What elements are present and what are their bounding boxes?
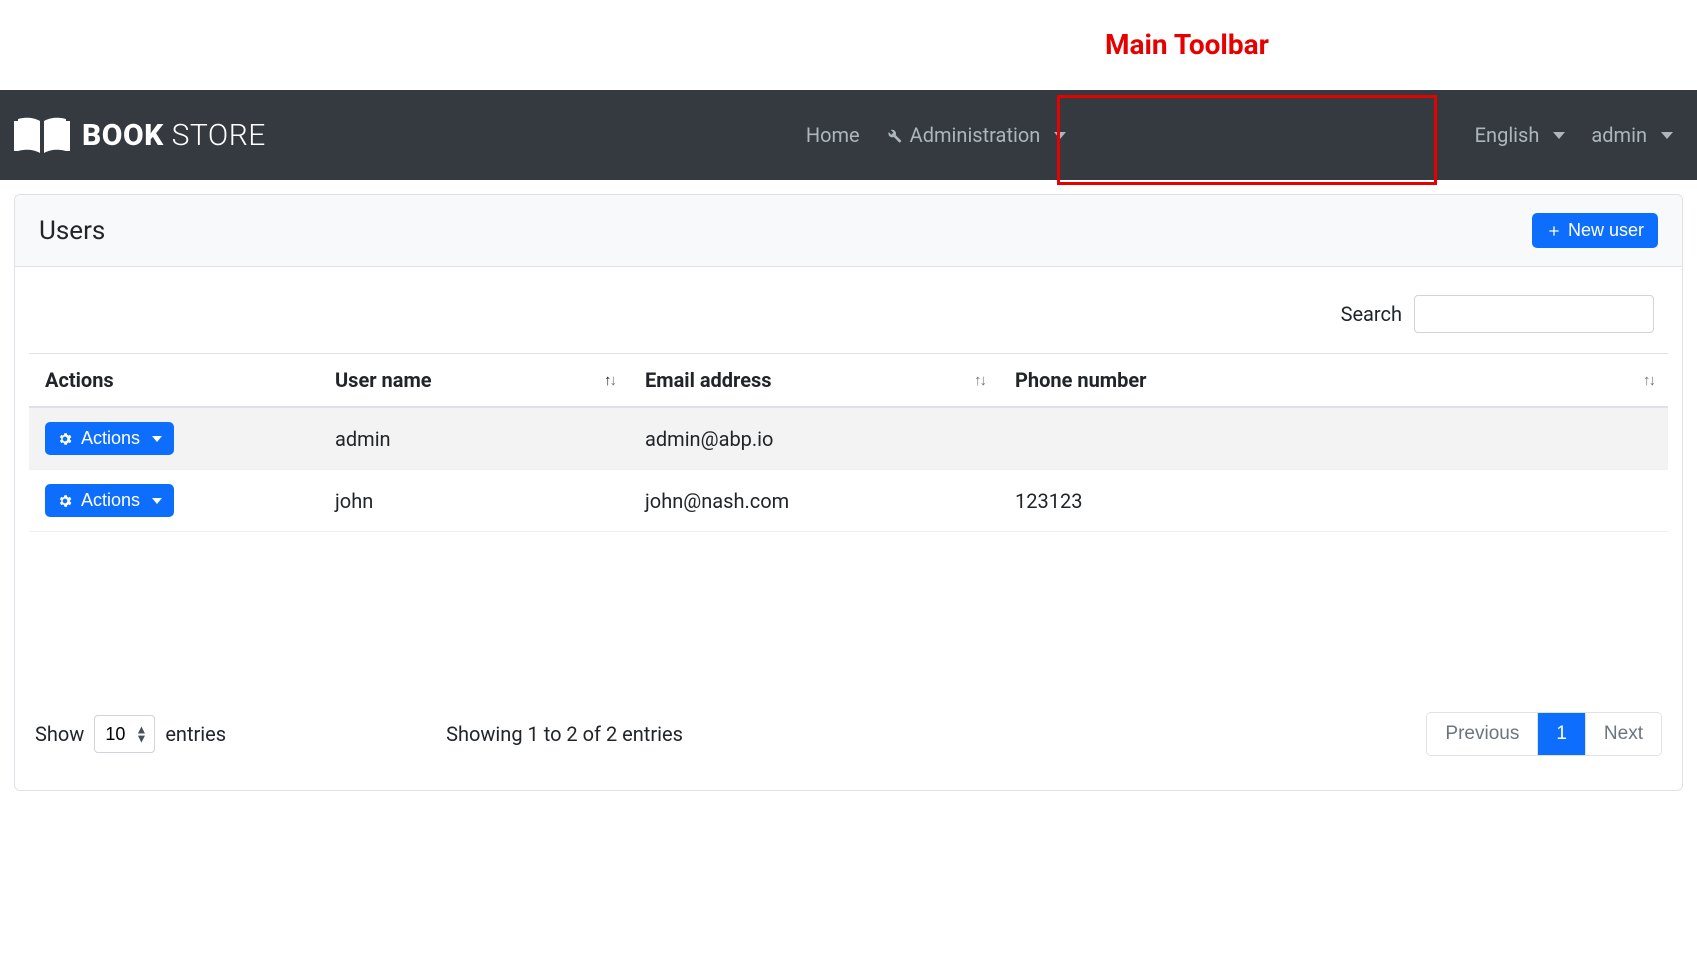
caret-down-icon — [152, 498, 162, 504]
sort-icon: ↑↓ — [1643, 371, 1654, 389]
row-actions-button[interactable]: Actions — [45, 484, 174, 517]
nav-administration-label: Administration — [910, 123, 1041, 147]
col-email[interactable]: Email address ↑↓ — [629, 354, 999, 408]
pagination: Previous 1 Next — [1426, 712, 1662, 756]
plus-icon — [1546, 223, 1562, 239]
cell-email: john@nash.com — [629, 470, 999, 532]
top-navbar: BOOK STORE Home Administration English a… — [0, 90, 1697, 180]
cell-username: admin — [319, 407, 629, 470]
caret-down-icon — [1054, 132, 1066, 139]
caret-down-icon — [1553, 132, 1565, 139]
table-row: Actions john john@nash.com 123123 — [29, 470, 1668, 532]
user-dropdown[interactable]: admin — [1591, 123, 1673, 147]
cell-email: admin@abp.io — [629, 407, 999, 470]
cell-phone — [999, 407, 1668, 470]
caret-down-icon — [152, 436, 162, 442]
table-info: Showing 1 to 2 of 2 entries — [446, 722, 683, 746]
users-card: Users New user Search Actions — [14, 194, 1683, 791]
col-phone[interactable]: Phone number ↑↓ — [999, 354, 1668, 408]
search-label: Search — [1341, 302, 1402, 326]
nav-home[interactable]: Home — [806, 123, 860, 147]
pagination-previous[interactable]: Previous — [1427, 713, 1538, 755]
pagination-next[interactable]: Next — [1586, 713, 1661, 755]
user-label: admin — [1591, 123, 1647, 147]
row-actions-label: Actions — [81, 490, 140, 511]
brand-light: STORE — [164, 118, 266, 153]
page-title: Users — [39, 216, 105, 246]
new-user-label: New user — [1568, 220, 1644, 241]
wrench-icon — [884, 126, 902, 144]
row-actions-label: Actions — [81, 428, 140, 449]
brand[interactable]: BOOK STORE — [14, 113, 266, 157]
show-label-prefix: Show — [35, 722, 84, 746]
cell-username: john — [319, 470, 629, 532]
language-label: English — [1475, 123, 1540, 147]
users-table: Actions User name ↑↓ Email address ↑↓ Ph… — [29, 353, 1668, 532]
sort-icon: ↑↓ — [604, 371, 615, 389]
brand-text: BOOK STORE — [82, 118, 266, 153]
col-username[interactable]: User name ↑↓ — [319, 354, 629, 408]
gear-icon — [57, 493, 73, 509]
annotation-main-toolbar-label: Main Toolbar — [1105, 28, 1269, 61]
row-actions-button[interactable]: Actions — [45, 422, 174, 455]
cell-phone: 123123 — [999, 470, 1668, 532]
table-row: Actions admin admin@abp.io — [29, 407, 1668, 470]
new-user-button[interactable]: New user — [1532, 213, 1658, 248]
language-dropdown[interactable]: English — [1475, 123, 1566, 147]
col-actions: Actions — [29, 354, 319, 408]
nav-administration[interactable]: Administration — [884, 123, 1067, 147]
pagination-page-1[interactable]: 1 — [1538, 713, 1586, 755]
show-label-suffix: entries — [165, 722, 226, 746]
book-icon — [14, 113, 70, 157]
card-header: Users New user — [15, 195, 1682, 267]
caret-down-icon — [1661, 132, 1673, 139]
sort-icon: ↑↓ — [974, 371, 985, 389]
search-input[interactable] — [1414, 295, 1654, 333]
gear-icon — [57, 431, 73, 447]
brand-bold: BOOK — [82, 118, 164, 153]
page-size-select[interactable]: 10 — [94, 715, 155, 753]
